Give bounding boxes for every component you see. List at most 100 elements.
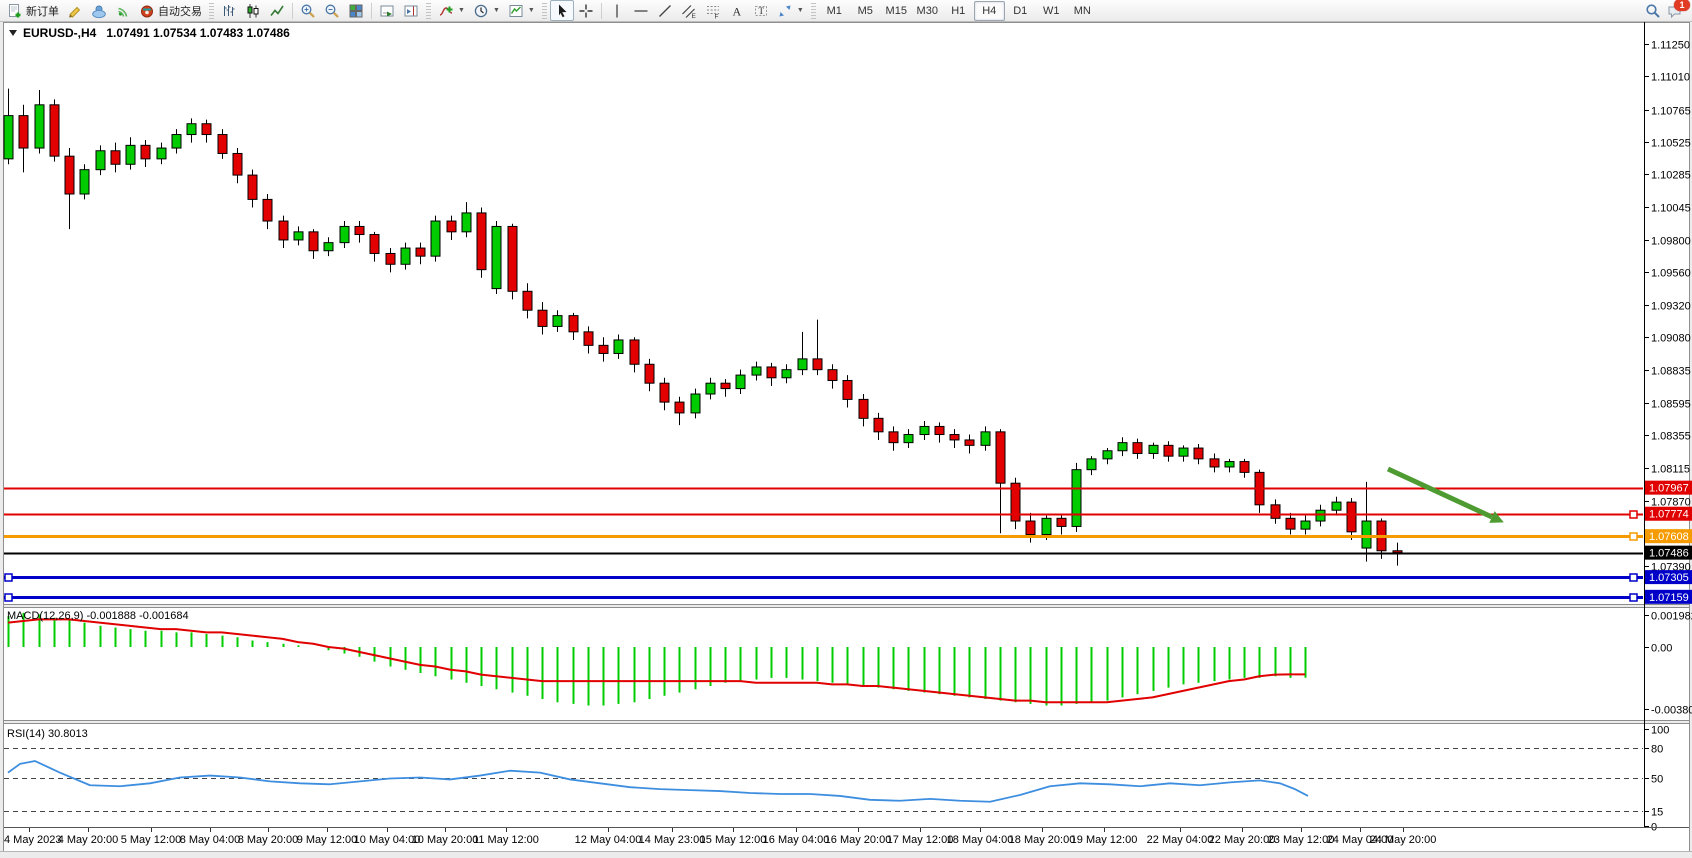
candle-body	[386, 253, 395, 264]
tab-timeframe-h4[interactable]: H4	[974, 1, 1005, 21]
chart-canvas[interactable]: 0.0019820.00-0.00380410080501501.112501.…	[0, 0, 1692, 858]
macd-main-value: -0.001888	[86, 610, 136, 622]
indicators-button[interactable]: ▼	[434, 0, 469, 21]
line-handle[interactable]	[1630, 511, 1637, 518]
price-tick: 1.09560	[1651, 268, 1691, 280]
text-label-icon: T	[753, 3, 769, 19]
candle-body	[843, 380, 852, 399]
candle-body	[80, 170, 89, 194]
price-tick: 1.10285	[1651, 170, 1691, 182]
label-tool-button[interactable]: T	[749, 0, 773, 21]
candle-body	[50, 105, 59, 156]
search-icon[interactable]	[1645, 3, 1661, 19]
collapse-icon[interactable]	[9, 30, 17, 36]
candle-body	[187, 124, 196, 135]
chart-shift-icon	[403, 3, 419, 19]
candle-body	[721, 383, 730, 388]
price-badge-label: 1.07486	[1649, 548, 1689, 560]
candle-body	[172, 135, 181, 149]
date-label: 22 May 20:00	[1209, 834, 1276, 846]
trendline-tool-button[interactable]	[653, 0, 677, 21]
candle-body	[4, 116, 13, 159]
candle-body	[813, 359, 822, 370]
line-handle[interactable]	[5, 594, 12, 601]
candle-body	[1240, 462, 1249, 473]
vertical-line-tool-button[interactable]	[605, 0, 629, 21]
line-handle[interactable]	[5, 574, 12, 581]
candle-body	[920, 426, 929, 434]
bar-chart-button[interactable]	[217, 0, 241, 21]
zoom-in-icon	[300, 3, 316, 19]
tile-windows-button[interactable]	[344, 0, 368, 21]
candle-body	[798, 359, 807, 370]
line-handle[interactable]	[1630, 533, 1637, 540]
candle-body	[431, 221, 440, 256]
candle-body	[1042, 518, 1051, 534]
notifications-button[interactable]: 1	[1667, 3, 1683, 19]
tab-timeframe-h1[interactable]: H1	[943, 1, 974, 21]
candle-body	[981, 432, 990, 446]
text-tool-button[interactable]: A	[725, 0, 749, 21]
clock-icon	[473, 3, 489, 19]
signal-icon	[115, 3, 131, 19]
equidistant-channel-icon: E	[681, 3, 697, 19]
crosshair-button[interactable]	[574, 0, 598, 21]
line-chart-button[interactable]	[265, 0, 289, 21]
date-label: 16 May 04:00	[763, 834, 830, 846]
price-tick: 1.10765	[1651, 106, 1691, 118]
community-button[interactable]	[87, 0, 111, 21]
channel-tool-button[interactable]: E	[677, 0, 701, 21]
date-label: 8 May 20:00	[238, 834, 299, 846]
templates-button[interactable]: ▼	[504, 0, 539, 21]
candlestick-button[interactable]	[241, 0, 265, 21]
tab-timeframe-m15[interactable]: M15	[881, 1, 912, 21]
pencil-icon	[67, 3, 83, 19]
tab-timeframe-mn[interactable]: MN	[1067, 1, 1098, 21]
signals-button[interactable]	[111, 0, 135, 21]
date-label: 10 May 04:00	[354, 834, 421, 846]
line-handle[interactable]	[1630, 574, 1637, 581]
candle-body	[1393, 551, 1402, 553]
price-tick: 1.11010	[1651, 72, 1690, 84]
candle-body	[1301, 521, 1310, 529]
cursor-button[interactable]	[550, 0, 574, 21]
horizontal-line-tool-button[interactable]	[629, 0, 653, 21]
candle-body	[1103, 451, 1112, 459]
tab-timeframe-w1[interactable]: W1	[1036, 1, 1067, 21]
price-badge-label: 1.07967	[1649, 483, 1689, 495]
candle-body	[416, 248, 425, 256]
candle-body	[35, 105, 44, 148]
macd-axis-tick: 0.00	[1651, 643, 1672, 655]
candle-body	[1347, 502, 1356, 532]
periods-button[interactable]: ▼	[469, 0, 504, 21]
price-tick: 1.08835	[1651, 366, 1691, 378]
chart-shift-button[interactable]	[399, 0, 423, 21]
candle-body	[630, 340, 639, 364]
autoscroll-button[interactable]	[375, 0, 399, 21]
candle-body	[599, 345, 608, 353]
date-label: 22 May 04:00	[1147, 834, 1214, 846]
fibonacci-tool-button[interactable]: F	[701, 0, 725, 21]
tab-timeframe-d1[interactable]: D1	[1005, 1, 1036, 21]
arrows-tool-button[interactable]: ▼	[773, 0, 808, 21]
rsi-indicator-label: RSI(14) 30.8013	[7, 728, 88, 740]
zoom-in-button[interactable]	[296, 0, 320, 21]
new-order-button[interactable]: 新订单	[3, 0, 63, 21]
candle-body	[553, 316, 562, 327]
candle-body	[1271, 505, 1280, 519]
candle-body	[828, 370, 837, 381]
tab-timeframe-m1[interactable]: M1	[819, 1, 850, 21]
macd-indicator-label: MACD(12,26,9) -0.001888 -0.001684	[7, 610, 189, 622]
cursor-icon	[554, 3, 570, 19]
zoom-out-button[interactable]	[320, 0, 344, 21]
autotrade-button[interactable]: 自动交易	[135, 0, 206, 21]
line-chart-icon	[269, 3, 285, 19]
tab-timeframe-m5[interactable]: M5	[850, 1, 881, 21]
candle-body	[889, 432, 898, 443]
line-handle[interactable]	[1630, 594, 1637, 601]
candle-body	[141, 145, 150, 159]
candle-body	[1210, 459, 1219, 467]
candle-body	[218, 135, 227, 154]
tab-timeframe-m30[interactable]: M30	[912, 1, 943, 21]
metaeditor-button[interactable]	[63, 0, 87, 21]
